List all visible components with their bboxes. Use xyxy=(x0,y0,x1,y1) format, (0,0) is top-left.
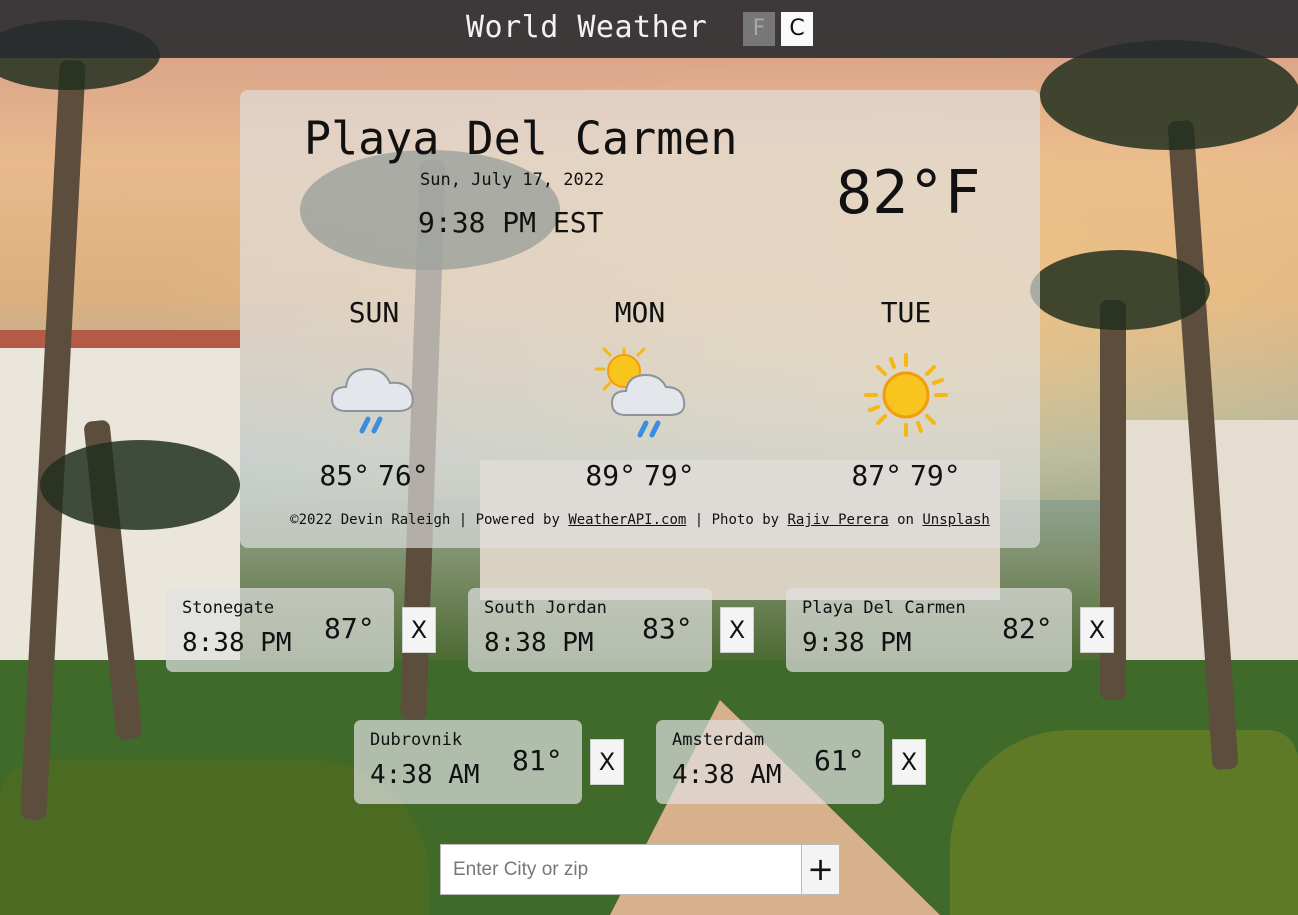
copyright-text: ©2022 Devin Raleigh | Powered by xyxy=(290,512,569,528)
on-text: on xyxy=(888,512,923,528)
saved-city-time: 9:38 PM xyxy=(802,628,912,658)
saved-city-name: Dubrovnik xyxy=(370,730,463,750)
forecast-day: MON 89° 79° xyxy=(520,296,760,492)
saved-city-time: 4:38 AM xyxy=(370,760,480,790)
add-city-button[interactable]: + xyxy=(801,844,840,895)
saved-city-card[interactable]: Dubrovnik 4:38 AM 81° xyxy=(354,720,582,804)
city-search-input[interactable] xyxy=(440,844,802,895)
footer-credits: ©2022 Devin Raleigh | Powered by Weather… xyxy=(240,512,1040,528)
app-title: World Weather xyxy=(466,10,708,45)
saved-city-name: Stonegate xyxy=(182,598,275,618)
forecast-day-label: MON xyxy=(614,296,666,329)
saved-city-card[interactable]: Playa Del Carmen 9:38 PM 82° xyxy=(786,588,1072,672)
rain-cloud-icon xyxy=(330,367,414,434)
remove-city-button[interactable]: X xyxy=(402,607,436,653)
weatherapi-link[interactable]: WeatherAPI.com xyxy=(568,512,686,528)
saved-city-name: South Jordan xyxy=(484,598,607,618)
saved-city-temp: 81° xyxy=(512,744,563,777)
sun-cloud-rain-icon xyxy=(594,347,686,438)
current-time: 9:38 PM EST xyxy=(418,206,604,239)
saved-city-temp: 82° xyxy=(1002,612,1053,645)
forecast-low: 76° xyxy=(378,459,429,492)
saved-city-temp: 87° xyxy=(324,612,375,645)
remove-city-button[interactable]: X xyxy=(892,739,926,785)
saved-city-card[interactable]: Stonegate 8:38 PM 87° xyxy=(166,588,394,672)
forecast-day-label: SUN xyxy=(348,296,400,329)
forecast-day: SUN 85° 76° xyxy=(254,296,494,492)
saved-city-time: 8:38 PM xyxy=(182,628,292,658)
saved-city-temp: 83° xyxy=(642,612,693,645)
top-bar: World Weather F C xyxy=(0,0,1298,58)
saved-city-card[interactable]: Amsterdam 4:38 AM 61° xyxy=(656,720,884,804)
saved-city-name: Playa Del Carmen xyxy=(802,598,966,618)
current-temperature: 82°F xyxy=(836,158,981,228)
saved-city-time: 4:38 AM xyxy=(672,760,782,790)
current-weather-card: Playa Del Carmen Sun, July 17, 2022 9:38… xyxy=(240,90,1040,548)
forecast-high: 89° xyxy=(585,459,636,492)
forecast-high: 85° xyxy=(319,459,370,492)
photographer-link[interactable]: Rajiv Perera xyxy=(788,512,889,528)
saved-city-temp: 61° xyxy=(814,744,865,777)
forecast-day-label: TUE xyxy=(880,296,932,329)
saved-city-card[interactable]: South Jordan 8:38 PM 83° xyxy=(468,588,712,672)
sun-icon xyxy=(864,353,948,437)
photo-credit-text: | Photo by xyxy=(686,512,788,528)
current-date: Sun, July 17, 2022 xyxy=(420,170,605,190)
saved-city-name: Amsterdam xyxy=(672,730,765,750)
forecast-high: 87° xyxy=(851,459,902,492)
remove-city-button[interactable]: X xyxy=(1080,607,1114,653)
forecast-low: 79° xyxy=(644,459,695,492)
remove-city-button[interactable]: X xyxy=(720,607,754,653)
unsplash-link[interactable]: Unsplash xyxy=(922,512,989,528)
forecast-low: 79° xyxy=(910,459,961,492)
fahrenheit-toggle[interactable]: F xyxy=(743,12,775,46)
forecast-day: TUE 87° 79° xyxy=(786,296,1026,492)
remove-city-button[interactable]: X xyxy=(590,739,624,785)
city-name: Playa Del Carmen xyxy=(304,112,738,165)
saved-city-time: 8:38 PM xyxy=(484,628,594,658)
celsius-toggle[interactable]: C xyxy=(781,12,813,46)
